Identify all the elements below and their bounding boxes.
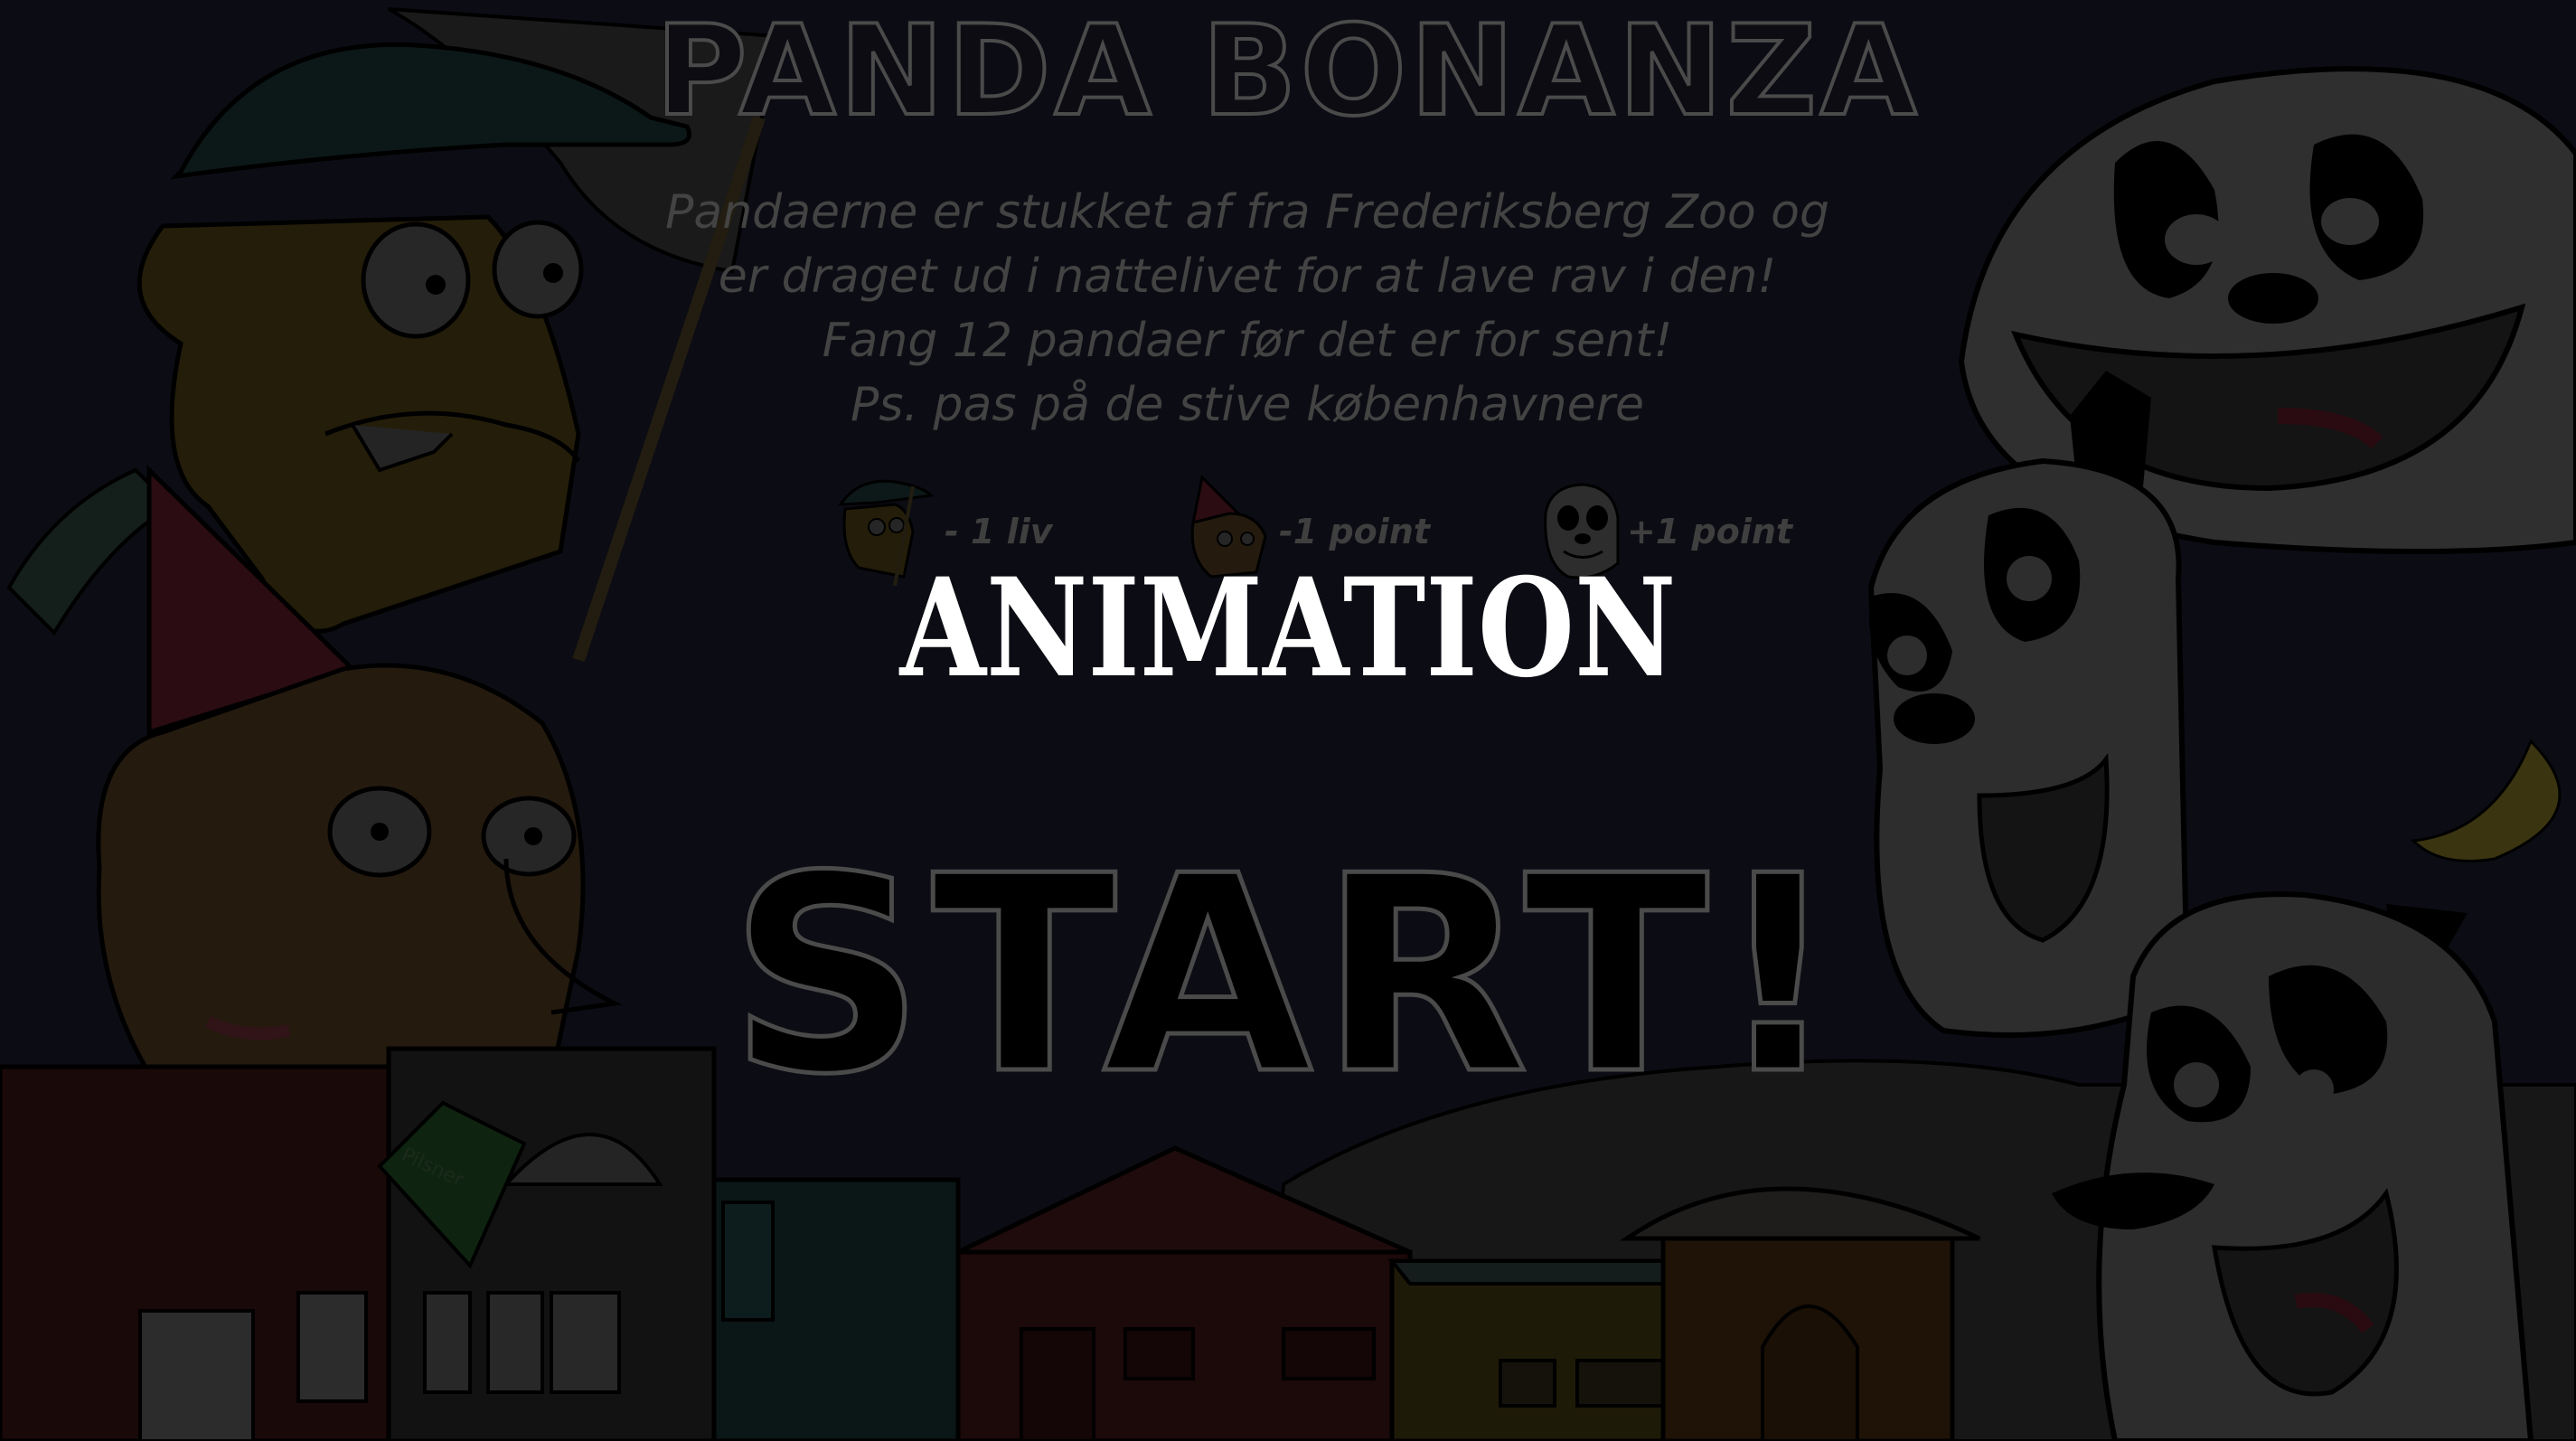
animation-overlay-text: ANIMATION (899, 549, 1677, 708)
intro-line: er draget ud i nattelivet for at lave ra… (718, 250, 1777, 304)
game-title: PANDA BONANZA (653, 0, 1921, 144)
legend-label: - 1 liv (945, 512, 1053, 551)
start-button[interactable]: START! (0, 838, 2576, 1114)
intro-line: Ps. pas på de stive københavnere (851, 378, 1644, 432)
intro-text: Pandaerne er stukket af fra Frederiksber… (633, 181, 1862, 438)
game-screen: Pilsner PANDA BONANZA Pandaerne er stukk… (0, 0, 2576, 1441)
intro-line: Fang 12 pandaer før det er for sent! (822, 314, 1673, 368)
legend-label: -1 point (1279, 512, 1430, 551)
intro-line: Pandaerne er stukket af fra Frederiksber… (665, 185, 1829, 240)
legend-label: +1 point (1627, 512, 1793, 551)
